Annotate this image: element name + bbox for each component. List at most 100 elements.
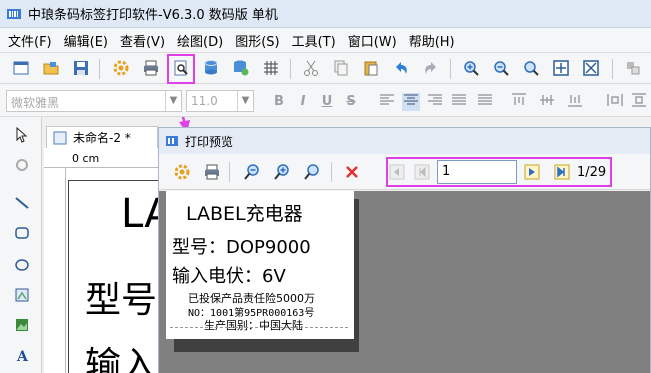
database-settings-icon[interactable] (230, 57, 252, 79)
app-icon (6, 6, 22, 22)
canvas-text-model[interactable]: 型号 (85, 271, 157, 323)
page-cut-line (170, 327, 348, 328)
zoom-out-icon[interactable] (241, 161, 263, 183)
distribute-icon[interactable] (606, 93, 624, 111)
title-bar: 中琅条码标签打印软件-V6.3.0 数码版 单机 (0, 0, 651, 28)
preview-title: 打印预览 (185, 134, 234, 149)
preview-viewport[interactable]: LABEL充电器 型号：DOP9000 输入电伏：6V 已投保产品责任险5000… (159, 191, 650, 373)
line-tool-icon[interactable] (10, 191, 34, 215)
menu-shape[interactable]: 图形(S) (235, 31, 279, 50)
next-page-icon[interactable] (521, 161, 543, 183)
align-icon[interactable] (622, 57, 644, 79)
label-origin: 生产国别：中国大陆 (204, 319, 303, 332)
menu-tools[interactable]: 工具(T) (292, 31, 336, 50)
distribute-vertical-icon[interactable] (630, 93, 648, 111)
zoom-actual-icon[interactable] (301, 161, 323, 183)
preview-title-bar: 打印预览 (159, 128, 650, 154)
ellipse-tool-icon[interactable] (10, 253, 34, 277)
label-input-voltage: 输入电伏：6V (172, 266, 286, 287)
menu-view[interactable]: 查看(V) (120, 31, 165, 50)
last-page-icon[interactable] (551, 161, 573, 183)
settings-gear-icon[interactable] (110, 57, 132, 79)
zoom-out-icon[interactable] (490, 57, 512, 79)
font-size-select[interactable]: 11.0 ▼ (186, 90, 254, 112)
first-page-icon[interactable] (386, 161, 408, 183)
chevron-down-icon[interactable]: ▼ (237, 91, 253, 111)
fit-page-icon[interactable] (550, 57, 572, 79)
window-title: 中琅条码标签打印软件-V6.3.0 数码版 单机 (28, 8, 278, 23)
main-toolbar (0, 52, 651, 84)
svg-text:A: A (16, 349, 29, 363)
picture-tool-icon[interactable] (10, 313, 34, 337)
close-preview-icon[interactable] (341, 161, 363, 183)
italic-button[interactable]: I (294, 93, 312, 111)
preview-label-page: LABEL充电器 型号：DOP9000 输入电伏：6V 已投保产品责任险5000… (166, 191, 354, 339)
preview-button-highlight (167, 54, 195, 84)
label-page[interactable]: LA 型号 输入 (68, 180, 164, 373)
preview-app-icon (165, 134, 179, 148)
print-icon[interactable] (201, 161, 223, 183)
image-frame-tool-icon[interactable] (10, 283, 34, 307)
menu-window[interactable]: 窗口(W) (348, 31, 397, 50)
cut-icon[interactable] (300, 57, 322, 79)
strikethrough-button[interactable]: S (342, 93, 360, 111)
zoom-in-icon[interactable] (460, 57, 482, 79)
grid-icon[interactable] (260, 57, 282, 79)
align-bottom-icon[interactable] (566, 93, 584, 111)
bold-button[interactable]: B (270, 93, 288, 111)
font-size-value: 11.0 (191, 94, 218, 108)
toolbar-separator (612, 59, 613, 79)
redo-icon[interactable] (420, 57, 442, 79)
text-tool-icon[interactable]: A (10, 343, 34, 367)
menu-file[interactable]: 文件(F) (8, 31, 52, 50)
select-pointer-icon[interactable] (10, 123, 34, 147)
zoom-icon[interactable] (520, 57, 542, 79)
align-top-icon[interactable] (510, 93, 528, 111)
underline-button[interactable]: U (318, 93, 336, 111)
justify-full-icon[interactable] (476, 93, 494, 111)
menu-help[interactable]: 帮助(H) (409, 31, 455, 50)
menu-edit[interactable]: 编辑(E) (64, 31, 108, 50)
fit-width-icon[interactable] (580, 57, 602, 79)
document-tab[interactable]: 未命名-2 * (46, 126, 158, 148)
preview-toolbar: 1 1/29 (159, 154, 650, 190)
ruler-label: 0 cm (72, 152, 100, 165)
font-name-value: 微软雅黑 (11, 96, 60, 110)
save-icon[interactable] (70, 57, 92, 79)
rounded-rect-tool-icon[interactable] (10, 221, 34, 245)
document-icon (53, 131, 67, 145)
document-tab-label: 未命名-2 * (73, 131, 131, 145)
toolbar-separator (331, 162, 332, 182)
zoom-in-icon[interactable] (271, 161, 293, 183)
menu-bar: 文件(F) 编辑(E) 查看(V) 绘图(D) 图形(S) 工具(T) 窗口(W… (0, 28, 651, 52)
toolbar-separator (450, 59, 451, 79)
print-icon[interactable] (140, 57, 162, 79)
page-number-input[interactable]: 1 (437, 160, 517, 184)
chevron-down-icon[interactable]: ▼ (165, 91, 181, 111)
align-right-icon[interactable] (426, 93, 444, 111)
label-model: 型号：DOP9000 (172, 237, 311, 258)
open-icon[interactable] (40, 57, 62, 79)
print-preview-window: 打印预览 1 1/29 LABEL充电器 型号：DOP9000 输入电伏：6V … (158, 127, 651, 373)
toolbar-separator (229, 162, 230, 182)
align-left-icon[interactable] (378, 93, 396, 111)
format-toolbar: 微软雅黑 ▼ 11.0 ▼ B I U S (0, 85, 651, 117)
canvas-text-input[interactable]: 输入 (85, 336, 157, 373)
rotate-icon[interactable] (10, 153, 34, 177)
align-middle-icon[interactable] (538, 93, 556, 111)
vertical-ruler (44, 168, 66, 373)
previous-page-icon[interactable] (411, 161, 433, 183)
paste-icon[interactable] (360, 57, 382, 79)
undo-icon[interactable] (390, 57, 412, 79)
drawing-toolbox: A (0, 117, 42, 373)
copy-icon[interactable] (330, 57, 352, 79)
new-icon[interactable] (10, 57, 32, 79)
font-name-select[interactable]: 微软雅黑 ▼ (6, 90, 182, 112)
toolbar-separator (290, 59, 291, 79)
print-settings-gear-icon[interactable] (171, 161, 193, 183)
align-center-icon[interactable] (402, 93, 420, 111)
database-icon[interactable] (200, 57, 222, 79)
page-count: 1/29 (577, 165, 607, 180)
justify-icon[interactable] (450, 93, 468, 111)
menu-draw[interactable]: 绘图(D) (177, 31, 223, 50)
